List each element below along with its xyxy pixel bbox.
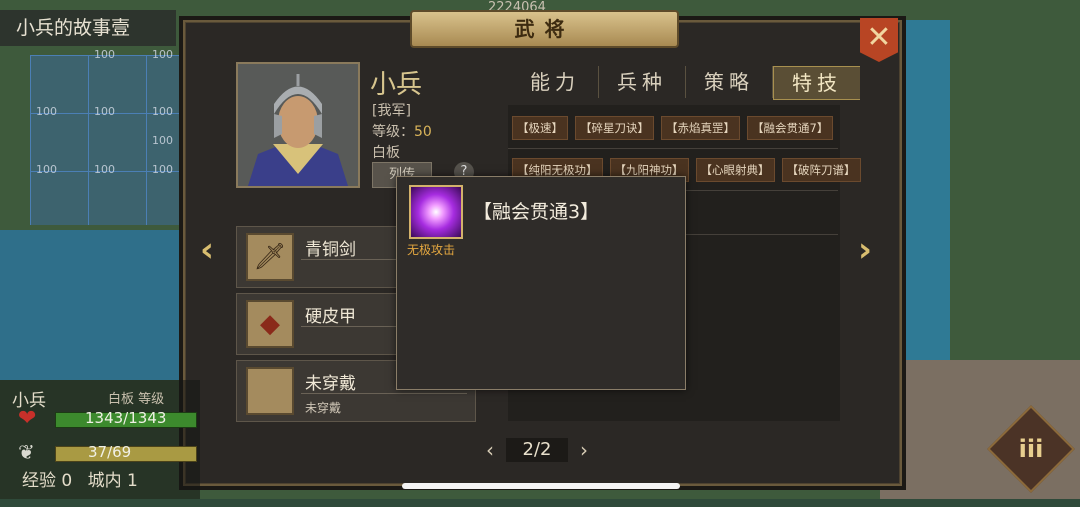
unit-quality-level: 白板 等级 <box>108 392 165 407</box>
menu-button-label: iii <box>1018 435 1044 463</box>
map-grid <box>30 55 200 225</box>
map-cell-label: 100 <box>94 48 115 61</box>
exp-value: 0 <box>61 471 73 491</box>
hero-level-label: 等级： <box>372 124 414 140</box>
soldier-portrait-icon <box>238 64 358 186</box>
map-cell-label: 100 <box>36 163 57 176</box>
skill-tooltip: 【融会贯通3】 无极攻击 <box>396 176 686 390</box>
skill-item[interactable]: 【心眼射典】 <box>695 158 775 182</box>
feather-icon: ❦ <box>18 440 35 464</box>
map-cell-label: 100 <box>94 105 115 118</box>
equipment-name: 未穿戴 <box>305 374 356 394</box>
armor-icon: ◆ <box>246 300 294 348</box>
empty-slot-icon <box>246 367 294 415</box>
map-cell-label: 100 <box>152 134 173 147</box>
skill-item[interactable]: 【破阵刀谱】 <box>781 158 861 182</box>
tab-troop-type[interactable]: 兵种 <box>599 66 686 98</box>
hp-text: 1343/1343 <box>85 409 167 427</box>
hero-name: 小兵 <box>370 70 423 100</box>
skill-item[interactable]: 【赤焰真罡】 <box>661 116 740 140</box>
pager: ‹ 2/2 › <box>486 438 588 462</box>
map-cell-label: 100 <box>152 163 173 176</box>
skill-item[interactable]: 【融会贯通7】 <box>747 116 834 140</box>
map-cell-label: 100 <box>94 163 115 176</box>
dialog-title: 武将 <box>410 10 679 48</box>
close-x-icon: ✕ <box>866 20 892 55</box>
tab-bar: 能力 兵种 策略 特技 <box>512 66 860 100</box>
purple-burst-skill-icon <box>409 185 463 239</box>
city-label: 城内 <box>87 471 122 491</box>
story-title: 小兵的故事壹 <box>0 10 176 46</box>
tab-ability[interactable]: 能力 <box>512 66 599 98</box>
equipment-name: 硬皮甲 <box>305 307 356 327</box>
unit-status-panel: 小兵 白板 等级 ❤ 1343/1343 ❦ 37/69 经验 0 城内 1 <box>0 380 200 499</box>
equipment-name: 青铜剑 <box>305 240 356 260</box>
prev-page-button[interactable]: ‹ <box>486 438 494 462</box>
sword-icon: 🗡 <box>246 233 294 281</box>
hero-faction: [我军] <box>372 103 411 119</box>
exp-row: 经验 0 城内 1 <box>22 466 138 491</box>
prev-hero-arrow[interactable]: ‹ <box>200 230 214 270</box>
equipment-sub: 未穿戴 <box>305 401 342 415</box>
tooltip-label: 无极攻击 <box>407 243 456 257</box>
skill-row-1: 【极速】 【碎星刀诀】 【赤焰真罡】 【融会贯通7】 <box>512 116 834 140</box>
map-cell-label: 100 <box>152 48 173 61</box>
exp-label: 经验 <box>22 471 56 491</box>
hero-level: 等级：50 <box>372 121 432 141</box>
mp-text: 37/69 <box>88 443 132 461</box>
tab-special-skills[interactable]: 特技 <box>773 66 860 100</box>
map-cell-label: 100 <box>152 105 173 118</box>
map-cell-label: 100 <box>36 105 57 118</box>
page-indicator: 2/2 <box>506 438 568 462</box>
next-page-button[interactable]: › <box>580 438 588 462</box>
divider <box>301 393 467 394</box>
city-value: 1 <box>127 471 138 491</box>
skill-item[interactable]: 【碎星刀诀】 <box>575 116 654 140</box>
hero-quality: 白板 <box>372 145 400 161</box>
hero-portrait <box>236 62 360 188</box>
home-indicator[interactable] <box>402 483 680 489</box>
hero-level-value: 50 <box>414 124 432 140</box>
skill-item[interactable]: 【极速】 <box>512 116 568 140</box>
tooltip-title: 【融会贯通3】 <box>473 201 600 223</box>
next-hero-arrow[interactable]: › <box>858 230 872 270</box>
tab-strategy[interactable]: 策略 <box>686 66 773 98</box>
divider <box>508 148 838 149</box>
heart-icon: ❤ <box>18 406 37 431</box>
